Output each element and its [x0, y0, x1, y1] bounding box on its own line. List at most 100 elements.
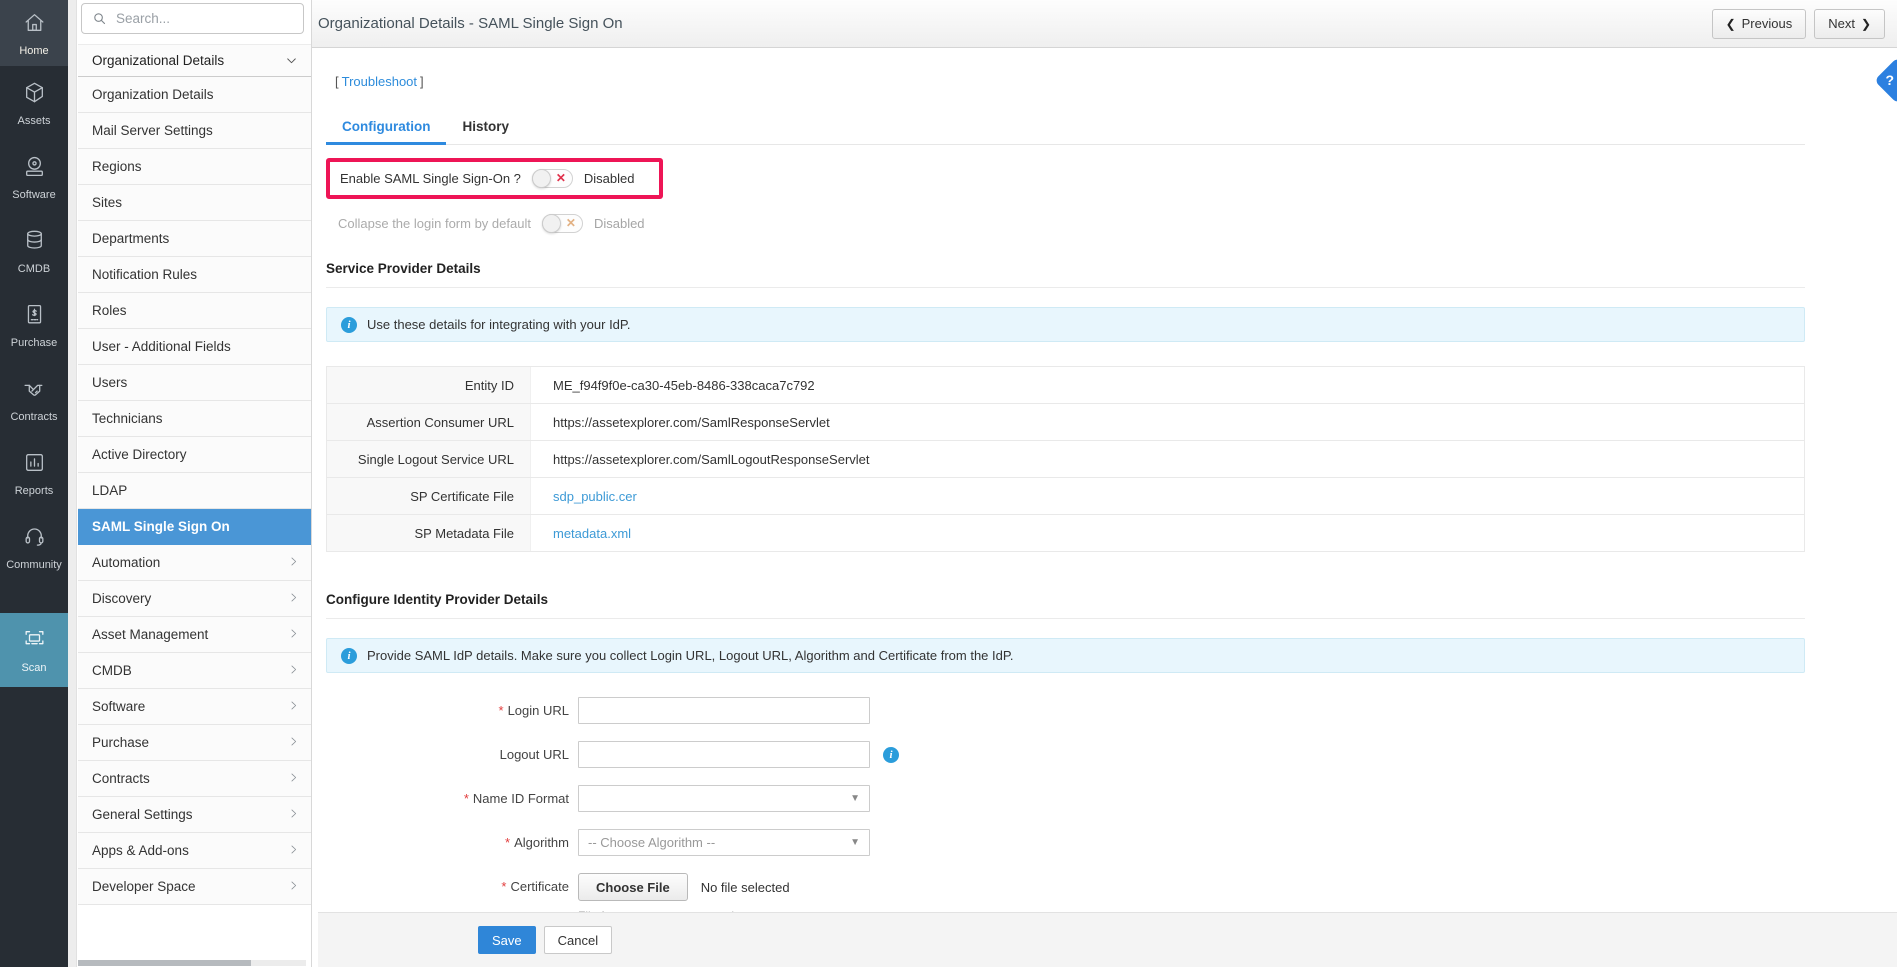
chevron-right-icon [287, 735, 300, 751]
required-asterisk: * [501, 879, 506, 894]
rail-item-assets[interactable]: Assets [0, 66, 68, 140]
sidebar-item-ldap[interactable]: LDAP [78, 473, 311, 509]
cancel-button[interactable]: Cancel [544, 926, 612, 954]
info-icon: i [341, 317, 357, 333]
sidebar-item-apps-add-ons[interactable]: Apps & Add-ons [78, 833, 311, 869]
sidebar-item-organization-details[interactable]: Organization Details [78, 77, 311, 113]
toggle-knob [532, 169, 551, 188]
enable-sso-highlight-box: Enable SAML Single Sign-On ? ✕ Disabled [326, 158, 663, 199]
sidebar-item-asset-management[interactable]: Asset Management [78, 617, 311, 653]
previous-button[interactable]: ❮ Previous [1712, 9, 1807, 39]
algorithm-select[interactable]: -- Choose Algorithm -- ▼ [578, 829, 870, 856]
tab-configuration[interactable]: Configuration [326, 111, 446, 144]
app-window: HomeAssetsSoftwareCMDBPurchaseContractsR… [0, 0, 1897, 967]
headset-icon [22, 524, 47, 554]
search-icon [92, 11, 107, 26]
scan-monitor-icon [22, 627, 47, 657]
sidebar-item-general-settings[interactable]: General Settings [78, 797, 311, 833]
left-rail: HomeAssetsSoftwareCMDBPurchaseContractsR… [0, 0, 68, 967]
row-label: SP Certificate File [327, 478, 531, 514]
collapse-login-status: Disabled [594, 216, 645, 231]
required-asterisk: * [505, 835, 510, 850]
search-input[interactable]: Search... [81, 3, 304, 34]
info-icon: i [341, 648, 357, 664]
toggle-x-icon: ✕ [566, 216, 576, 230]
form-footer: Save Cancel [318, 912, 1897, 967]
rail-item-purchase[interactable]: Purchase [0, 288, 68, 362]
sidebar-item-saml-single-sign-on[interactable]: SAML Single Sign On [78, 509, 311, 545]
sp-info-strip: i Use these details for integrating with… [326, 307, 1805, 342]
chevron-right-icon [287, 627, 300, 643]
choose-file-button[interactable]: Choose File [578, 873, 688, 901]
file-link[interactable]: sdp_public.cer [553, 489, 637, 504]
logout-url-input[interactable] [578, 741, 870, 768]
chevron-right-icon: ❯ [1861, 17, 1871, 31]
chevron-down-icon [285, 54, 298, 67]
table-row: SP Certificate File sdp_public.cer [327, 478, 1804, 515]
collapse-login-label: Collapse the login form by default [338, 216, 531, 231]
sidebar-item-users[interactable]: Users [78, 365, 311, 401]
logout-info-icon[interactable]: i [883, 747, 899, 763]
rail-item-home[interactable]: Home [0, 0, 68, 66]
page-title: Organizational Details - SAML Single Sig… [318, 15, 623, 32]
scrollbar-thumb[interactable] [78, 960, 251, 966]
sidebar-item-sites[interactable]: Sites [78, 185, 311, 221]
sidebar-item-notification-rules[interactable]: Notification Rules [78, 257, 311, 293]
troubleshoot-link[interactable]: Troubleshoot [339, 74, 420, 89]
tab-history[interactable]: History [446, 111, 525, 144]
settings-sidebar: Search... Organizational Details Organiz… [68, 0, 312, 967]
horizontal-scrollbar[interactable] [78, 960, 306, 966]
chevron-right-icon [287, 699, 300, 715]
login-url-input[interactable] [578, 697, 870, 724]
sidebar-item-departments[interactable]: Departments [78, 221, 311, 257]
sidebar-item-contracts[interactable]: Contracts [78, 761, 311, 797]
row-label: Entity ID [327, 367, 531, 403]
sidebar-group-organizational-details[interactable]: Organizational Details [78, 44, 311, 77]
sidebar-item-purchase[interactable]: Purchase [78, 725, 311, 761]
file-link[interactable]: metadata.xml [553, 526, 631, 541]
rail-item-contracts[interactable]: Contracts [0, 362, 68, 436]
sidebar-gutter [68, 0, 77, 967]
sidebar-item-regions[interactable]: Regions [78, 149, 311, 185]
sp-info-text: Use these details for integrating with y… [367, 317, 631, 332]
chevron-left-icon: ❮ [1726, 17, 1736, 31]
sidebar-item-technicians[interactable]: Technicians [78, 401, 311, 437]
row-label: Assertion Consumer URL [327, 404, 531, 440]
sidebar-item-user-additional-fields[interactable]: User - Additional Fields [78, 329, 311, 365]
idp-info-text: Provide SAML IdP details. Make sure you … [367, 648, 1013, 663]
enable-sso-label: Enable SAML Single Sign-On ? [340, 171, 521, 186]
required-asterisk: * [464, 791, 469, 806]
page-header: Organizational Details - SAML Single Sig… [312, 0, 1897, 48]
sidebar-item-developer-space[interactable]: Developer Space [78, 869, 311, 905]
sidebar-item-active-directory[interactable]: Active Directory [78, 437, 311, 473]
rail-item-scan[interactable]: Scan [0, 613, 68, 687]
collapse-login-toggle[interactable]: ✕ [542, 214, 583, 233]
next-button[interactable]: Next ❯ [1814, 9, 1885, 39]
divider [326, 287, 1805, 288]
sidebar-item-automation[interactable]: Automation [78, 545, 311, 581]
rail-item-community[interactable]: Community [0, 510, 68, 584]
row-value: https://assetexplorer.com/SamlResponseSe… [531, 404, 1804, 440]
sidebar-item-software[interactable]: Software [78, 689, 311, 725]
enable-sso-toggle[interactable]: ✕ [532, 169, 573, 188]
chevron-right-icon [287, 663, 300, 679]
rail-item-reports[interactable]: Reports [0, 436, 68, 510]
sidebar-item-roles[interactable]: Roles [78, 293, 311, 329]
sidebar-menu: Organization DetailsMail Server Settings… [78, 77, 311, 905]
main-panel: Organizational Details - SAML Single Sig… [312, 0, 1897, 967]
sidebar-item-cmdb[interactable]: CMDB [78, 653, 311, 689]
tab-content: [Troubleshoot] Configuration History Ena… [312, 74, 1897, 938]
name-id-format-select[interactable]: ▼ [578, 785, 870, 812]
chevron-right-icon [287, 843, 300, 859]
database-icon [22, 228, 47, 258]
save-button[interactable]: Save [478, 926, 536, 954]
login-url-row: *Login URL [326, 697, 1805, 724]
sidebar-item-mail-server-settings[interactable]: Mail Server Settings [78, 113, 311, 149]
rail-item-cmdb[interactable]: CMDB [0, 214, 68, 288]
table-row: Assertion Consumer URLhttps://assetexplo… [327, 404, 1804, 441]
sidebar-item-discovery[interactable]: Discovery [78, 581, 311, 617]
row-label: SP Metadata File [327, 515, 531, 551]
handshake-icon [22, 376, 47, 406]
rail-item-software[interactable]: Software [0, 140, 68, 214]
algorithm-row: *Algorithm -- Choose Algorithm -- ▼ [326, 829, 1805, 856]
